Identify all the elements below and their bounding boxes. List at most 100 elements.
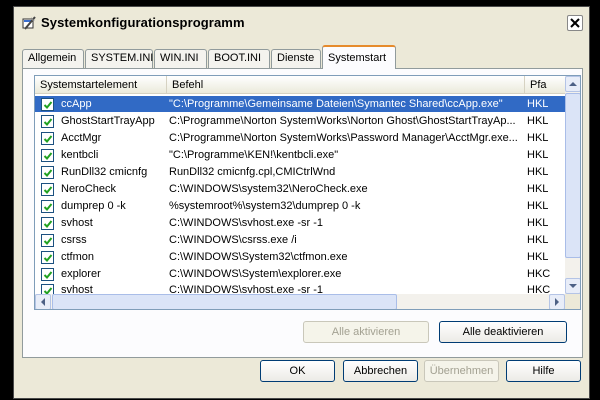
startup-item-name: RunDll32 cmicnfg [61,166,148,178]
tab-dienste[interactable]: Dienste [271,49,321,68]
checkmark-icon [43,186,53,194]
vertical-scrollbar[interactable] [565,76,580,294]
vertical-scroll-thumb[interactable] [565,93,580,258]
horizontal-scroll-thumb[interactable] [52,294,397,309]
list-item[interactable]: svhost C:\WINDOWS\svhost.exe -sr -1 HKL [35,215,565,231]
window-title: Systemkonfigurationsprogramm [41,15,245,30]
list-item[interactable]: kentbcli "C:\Programme\KEN!\kentbcli.exe… [35,147,565,163]
startup-item-command: "C:\Programme\Gemeinsame Dateien\Symante… [169,98,525,110]
startup-item-path: HKL [527,251,549,263]
list-item[interactable]: ccApp "C:\Programme\Gemeinsame Dateien\S… [35,96,565,112]
startup-checkbox[interactable] [41,183,54,196]
scrollbar-corner [565,294,580,309]
startup-item-command: C:\Programme\Norton SystemWorks\Norton G… [169,115,516,127]
startup-item-command: RunDll32 cmicnfg.cpl,CMICtrlWnd [169,166,336,178]
startup-item-name: csrss [61,234,87,246]
tab-win-ini[interactable]: WIN.INI [154,49,207,68]
startup-checkbox[interactable] [41,166,54,179]
checkmark-icon [43,169,53,177]
list-item[interactable]: explorer C:\WINDOWS\System\explorer.exe … [35,266,565,282]
scroll-right-button[interactable] [549,294,565,309]
startup-item-path: HKL [527,200,549,212]
startup-item-path: HKC [527,268,551,280]
apply-button[interactable]: Übernehmen [424,360,499,382]
column-header-command[interactable]: Befehl [167,76,525,94]
startup-item-name: explorer [61,268,101,280]
checkmark-icon [43,135,53,143]
checkmark-icon [43,271,53,279]
arrow-left-icon [41,298,45,306]
checkmark-icon [43,220,53,228]
startup-checkbox[interactable] [41,217,54,230]
startup-item-command: %systemroot%\system32\dumprep 0 -k [169,200,361,212]
close-button[interactable] [567,15,583,31]
startup-item-command: C:\WINDOWS\csrss.exe /i [169,234,297,246]
startup-item-command: "C:\Programme\KEN!\kentbcli.exe" [169,149,339,161]
startup-item-command: C:\WINDOWS\System\explorer.exe [169,268,342,280]
startup-item-path: HKL [527,115,549,127]
startup-item-path: HKL [527,132,549,144]
arrow-right-icon [555,298,559,306]
startup-item-command: C:\WINDOWS\system32\NeroCheck.exe [169,183,368,195]
list-item[interactable]: GhostStartTrayApp C:\Programme\Norton Sy… [35,113,565,129]
startup-item-path: HKL [527,234,549,246]
startup-item-command: C:\Programme\Norton SystemWorks\Password… [169,132,518,144]
close-x-icon [570,18,580,28]
arrow-up-icon [569,82,577,86]
arrow-down-icon [569,284,577,288]
checkmark-icon [43,118,53,126]
startup-checkbox[interactable] [41,149,54,162]
list-item[interactable]: RunDll32 cmicnfg RunDll32 cmicnfg.cpl,CM… [35,164,565,180]
startup-item-command: C:\WINDOWS\System32\ctfmon.exe [169,251,348,263]
startup-item-name: GhostStartTrayApp [61,115,155,127]
title-bar[interactable]: Systemkonfigurationsprogramm [14,7,589,39]
list-item[interactable]: AcctMgr C:\Programme\Norton SystemWorks\… [35,130,565,146]
help-button[interactable]: Hilfe [506,360,581,382]
list-item[interactable]: dumprep 0 -k %systemroot%\system32\dumpr… [35,198,565,214]
tab-system-ini[interactable]: SYSTEM.INI [85,49,153,68]
horizontal-scrollbar[interactable] [35,294,565,309]
scroll-left-button[interactable] [35,294,51,309]
startup-list[interactable]: Systemstartelement Befehl Pfa ccApp "C:\… [34,75,581,310]
msconfig-app-icon [22,16,36,30]
cancel-button[interactable]: Abbrechen [343,360,418,382]
disable-all-button[interactable]: Alle deaktivieren [439,321,567,343]
checkmark-icon [43,254,53,262]
checkmark-icon [43,152,53,160]
startup-item-name: dumprep 0 -k [61,200,126,212]
column-header-startup-item[interactable]: Systemstartelement [35,76,167,94]
tab-boot-ini[interactable]: BOOT.INI [208,49,270,68]
startup-checkbox[interactable] [41,115,54,128]
checkmark-icon [43,203,53,211]
tab-systemstart[interactable]: Systemstart [322,45,396,69]
startup-item-name: ccApp [61,98,92,110]
system-config-window: Systemkonfigurationsprogramm Allgemein S… [13,6,590,399]
startup-item-name: ctfmon [61,251,95,263]
startup-item-path: HKL [527,166,549,178]
startup-checkbox[interactable] [41,234,54,247]
startup-item-name: svhost [61,217,93,229]
checkmark-icon [43,237,53,245]
scroll-down-button[interactable] [565,278,580,294]
startup-item-name: kentbcli [61,149,99,161]
list-item[interactable]: ctfmon C:\WINDOWS\System32\ctfmon.exe HK… [35,249,565,265]
list-item[interactable]: NeroCheck C:\WINDOWS\system32\NeroCheck.… [35,181,565,197]
ok-button[interactable]: OK [260,360,335,382]
startup-item-path: HKL [527,183,549,195]
tab-allgemein[interactable]: Allgemein [22,49,84,68]
startup-item-path: HKL [527,98,565,110]
startup-item-name: NeroCheck [61,183,117,195]
checkmark-icon [43,101,53,109]
scroll-up-button[interactable] [565,76,580,92]
startup-checkbox[interactable] [41,132,54,145]
list-header: Systemstartelement Befehl Pfa [35,76,565,94]
startup-item-path: HKL [527,149,549,161]
startup-checkbox[interactable] [41,200,54,213]
startup-checkbox[interactable] [41,98,54,111]
startup-checkbox[interactable] [41,268,54,281]
list-item[interactable]: csrss C:\WINDOWS\csrss.exe /i HKL [35,232,565,248]
column-header-path[interactable]: Pfa [525,76,565,94]
startup-checkbox[interactable] [41,251,54,264]
enable-all-button[interactable]: Alle aktivieren [303,321,429,343]
startup-item-path: HKL [527,217,549,229]
